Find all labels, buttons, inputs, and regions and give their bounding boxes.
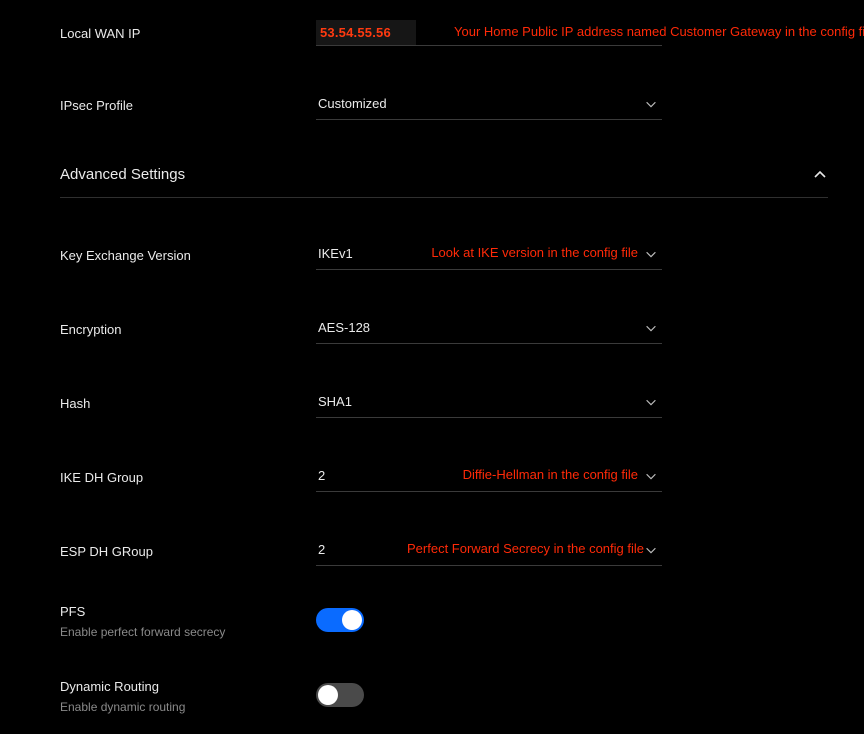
esp-dh-note: Perfect Forward Secrecy in the config fi… — [407, 541, 644, 556]
chevron-down-icon — [644, 247, 658, 261]
ipsec-profile-select[interactable]: Customized — [316, 92, 662, 120]
advanced-settings-title: Advanced Settings — [60, 166, 185, 183]
key-exchange-select[interactable]: IKEv1 Look at IKE version in the config … — [316, 242, 662, 270]
pfs-sublabel: Enable perfect forward secrecy — [60, 625, 316, 639]
pfs-toggle[interactable] — [316, 608, 364, 632]
pfs-label: PFS — [60, 604, 316, 619]
ipsec-profile-label: IPsec Profile — [60, 92, 316, 113]
ike-dh-value: 2 — [318, 468, 325, 483]
local-wan-ip-input[interactable] — [316, 20, 416, 46]
section-divider — [60, 197, 828, 198]
esp-dh-label: ESP DH GRoup — [60, 538, 316, 559]
ike-dh-label: IKE DH Group — [60, 464, 316, 485]
toggle-knob — [342, 610, 362, 630]
chevron-down-icon — [644, 321, 658, 335]
encryption-label: Encryption — [60, 316, 316, 337]
chevron-down-icon — [644, 97, 658, 111]
encryption-value: AES-128 — [318, 320, 370, 335]
key-exchange-label: Key Exchange Version — [60, 242, 316, 263]
ike-dh-select[interactable]: 2 Diffie-Hellman in the config file — [316, 464, 662, 492]
local-wan-ip-note: Your Home Public IP address named Custom… — [454, 24, 864, 39]
dynamic-routing-toggle[interactable] — [316, 683, 364, 707]
dynamic-routing-label: Dynamic Routing — [60, 679, 316, 694]
encryption-select[interactable]: AES-128 — [316, 316, 662, 344]
advanced-settings-toggle[interactable]: Advanced Settings — [60, 166, 828, 183]
key-exchange-value: IKEv1 — [318, 246, 353, 261]
dynamic-routing-sublabel: Enable dynamic routing — [60, 700, 316, 714]
chevron-down-icon — [644, 469, 658, 483]
ike-dh-note: Diffie-Hellman in the config file — [463, 467, 638, 482]
key-exchange-note: Look at IKE version in the config file — [431, 245, 638, 260]
hash-select[interactable]: SHA1 — [316, 390, 662, 418]
esp-dh-value: 2 — [318, 542, 325, 557]
hash-value: SHA1 — [318, 394, 352, 409]
chevron-down-icon — [644, 395, 658, 409]
esp-dh-select[interactable]: 2 Perfect Forward Secrecy in the config … — [316, 538, 662, 566]
chevron-down-icon — [644, 543, 658, 557]
toggle-knob — [318, 685, 338, 705]
chevron-up-icon — [812, 167, 828, 183]
ipsec-profile-value: Customized — [318, 96, 387, 111]
local-wan-ip-label: Local WAN IP — [60, 20, 316, 41]
hash-label: Hash — [60, 390, 316, 411]
